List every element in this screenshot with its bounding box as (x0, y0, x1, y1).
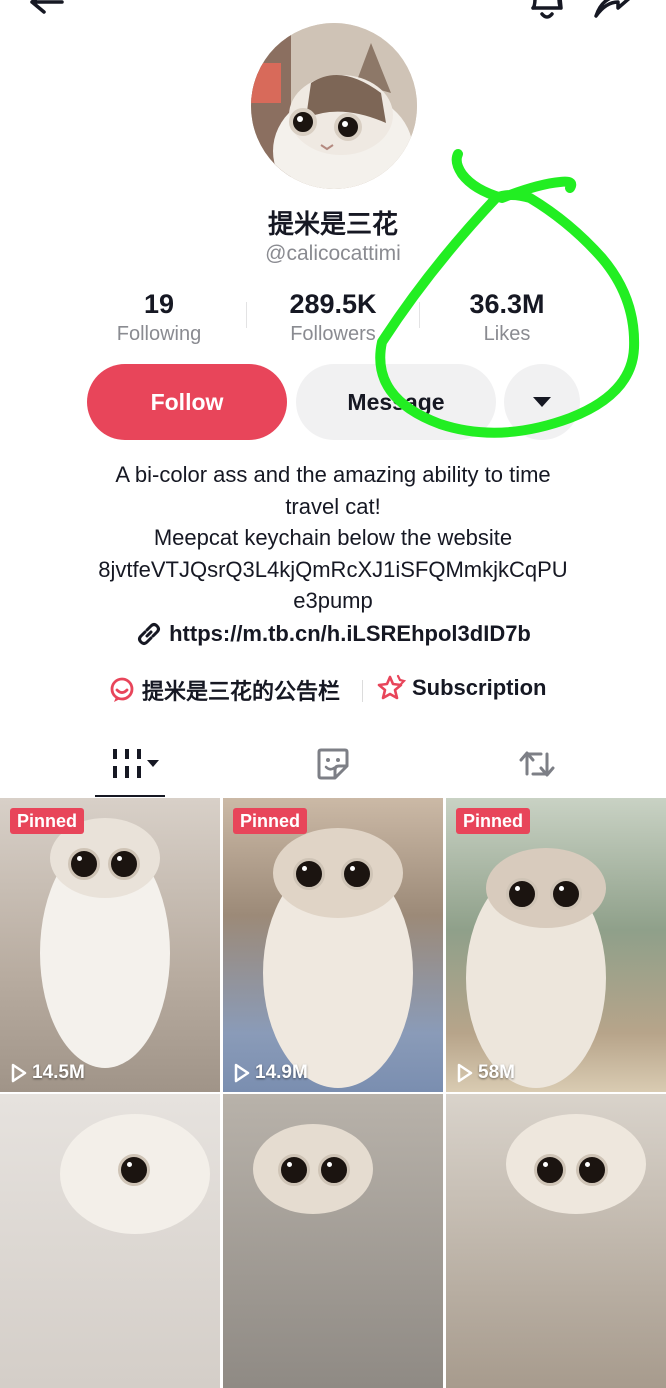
view-count-text: 58M (478, 1062, 515, 1083)
profile-chips: 提米是三花的公告栏 Subscription (0, 674, 666, 710)
cat-eye (318, 1154, 350, 1186)
link-icon (138, 623, 161, 645)
stat-divider (246, 302, 247, 328)
subscription-label: Subscription (412, 675, 547, 700)
avatar[interactable] (251, 23, 417, 189)
video-thumbnail[interactable]: Pinned 14.9M (223, 798, 443, 1092)
cat-eye (534, 1154, 566, 1186)
share-arrow-icon[interactable] (592, 0, 636, 27)
chip-divider (362, 680, 363, 702)
stat-divider (419, 302, 420, 328)
view-count: 14.9M (233, 1062, 308, 1084)
cat-eye (506, 878, 538, 910)
bio-link[interactable]: https://m.tb.cn/h.iLSREhpol3dID7b (0, 620, 666, 648)
tab-reposts[interactable] (426, 730, 648, 798)
cat-eye (576, 1154, 608, 1186)
view-count: 58M (456, 1062, 515, 1084)
bio-line: A bi-color ass and the amazing ability t… (115, 462, 551, 487)
video-thumbnail[interactable] (0, 1094, 220, 1388)
pinned-badge: Pinned (233, 808, 308, 834)
play-icon (11, 1063, 27, 1083)
following-count: 19 (143, 289, 175, 319)
caret-down-icon (533, 397, 551, 407)
followers-count: 289.5K (289, 289, 377, 319)
display-name: 提米是三花 (267, 209, 398, 239)
bio: A bi-color ass and the amazing ability t… (40, 459, 626, 617)
more-options-button[interactable] (504, 364, 580, 440)
view-count-text: 14.9M (255, 1062, 308, 1083)
cat-eye (278, 1154, 310, 1186)
bell-icon[interactable] (527, 0, 567, 27)
repost-icon (519, 751, 555, 777)
cat-head (486, 848, 606, 928)
active-tab-indicator (95, 795, 165, 797)
bio-line: e3pump (293, 588, 373, 613)
tab-videos[interactable] (26, 730, 248, 798)
tab-favorites[interactable] (222, 730, 444, 798)
video-thumbnail[interactable] (223, 1094, 443, 1388)
subscription-star-icon (377, 674, 406, 700)
bio-line: Meepcat keychain below the website (153, 525, 513, 550)
bulletin-icon (110, 677, 134, 702)
cat-eye (550, 878, 582, 910)
stat-following[interactable]: 19 Following (74, 287, 244, 347)
bio-line: 8jvtfeVTJQsrQ3L4kjQmRcXJ1iSFQMmkjkCqPU (98, 556, 568, 582)
cat-eye (341, 858, 373, 890)
cat-eye (293, 858, 325, 890)
stat-likes[interactable]: 36.3M Likes (422, 287, 592, 347)
following-label: Following (116, 323, 202, 345)
follow-button[interactable]: Follow (87, 364, 287, 440)
bulletin-chip[interactable]: 提米是三花的公告栏 (108, 674, 340, 706)
play-icon (457, 1063, 473, 1083)
cat-eye (118, 1154, 150, 1186)
stat-followers[interactable]: 289.5K Followers (248, 287, 418, 347)
bio-link-text: https://m.tb.cn/h.iLSREhpol3dID7b (169, 621, 531, 646)
view-count: 14.5M (10, 1062, 85, 1084)
likes-label: Likes (483, 323, 531, 345)
video-thumbnail[interactable]: Pinned 58M (446, 798, 666, 1092)
pinned-badge: Pinned (10, 808, 85, 834)
pinned-badge: Pinned (456, 808, 531, 834)
likes-count: 36.3M (469, 289, 545, 319)
cat-eye (108, 848, 140, 880)
bulletin-label: 提米是三花的公告栏 (142, 679, 341, 704)
sticker-icon (317, 748, 349, 780)
followers-label: Followers (290, 323, 376, 345)
cat-head (253, 1124, 373, 1214)
bio-line: travel cat! (285, 493, 381, 519)
view-count-text: 14.5M (32, 1062, 85, 1083)
message-button[interactable]: Message (296, 364, 496, 440)
back-arrow-icon[interactable] (26, 0, 66, 25)
cat-eye (68, 848, 100, 880)
content-tabs (0, 730, 666, 798)
username-handle: @calicocattimi (265, 242, 401, 265)
video-thumbnail[interactable]: Pinned 14.5M (0, 798, 220, 1092)
video-thumbnail[interactable] (446, 1094, 666, 1388)
play-icon (234, 1063, 250, 1083)
grid-icon (113, 749, 159, 778)
subscription-chip[interactable]: Subscription (376, 674, 546, 702)
